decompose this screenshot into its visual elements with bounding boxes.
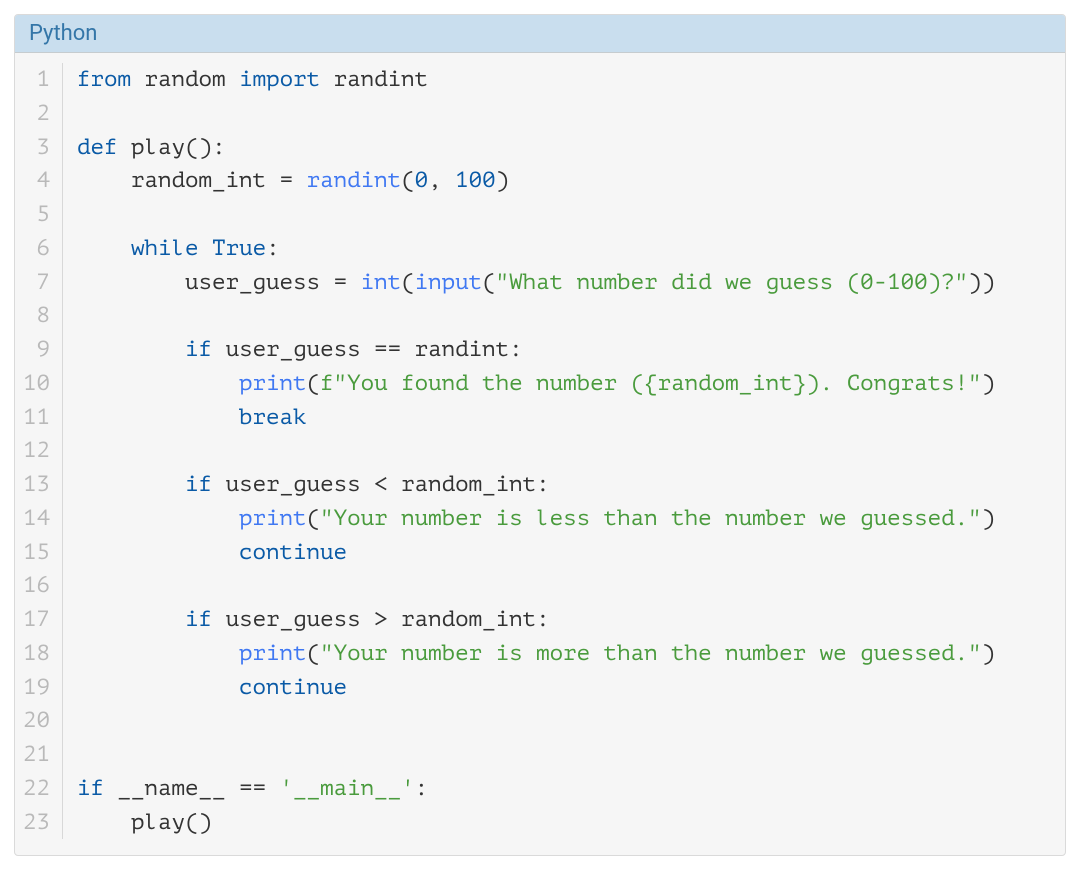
- line-number: 18: [23, 637, 50, 671]
- code-language-label: Python: [29, 21, 97, 46]
- code-content: from random import randint def play(): r…: [63, 63, 1065, 839]
- code-line: from random import randint: [77, 63, 1049, 97]
- line-number: 8: [23, 299, 50, 333]
- line-number: 7: [23, 266, 50, 300]
- code-line: if user_guess > random_int:: [77, 603, 1049, 637]
- line-number: 5: [23, 198, 50, 232]
- line-number-gutter: 1234567891011121314151617181920212223: [15, 63, 63, 839]
- code-language-header: Python: [15, 15, 1065, 53]
- code-line: print("Your number is less than the numb…: [77, 502, 1049, 536]
- code-line: continue: [77, 536, 1049, 570]
- line-number: 3: [23, 131, 50, 165]
- code-line: random_int = randint(0, 100): [77, 164, 1049, 198]
- code-line: print(f"You found the number ({random_in…: [77, 367, 1049, 401]
- code-line: [77, 569, 1049, 603]
- code-line: continue: [77, 671, 1049, 705]
- line-number: 23: [23, 806, 50, 840]
- line-number: 2: [23, 97, 50, 131]
- code-block: Python 123456789101112131415161718192021…: [14, 14, 1066, 856]
- line-number: 13: [23, 468, 50, 502]
- line-number: 10: [23, 367, 50, 401]
- code-line: while True:: [77, 232, 1049, 266]
- code-line: [77, 198, 1049, 232]
- line-number: 4: [23, 164, 50, 198]
- code-line: if user_guess < random_int:: [77, 468, 1049, 502]
- line-number: 1: [23, 63, 50, 97]
- line-number: 17: [23, 603, 50, 637]
- line-number: 12: [23, 434, 50, 468]
- line-number: 22: [23, 772, 50, 806]
- code-line: [77, 738, 1049, 772]
- code-line: [77, 299, 1049, 333]
- code-line: print("Your number is more than the numb…: [77, 637, 1049, 671]
- code-line: def play():: [77, 131, 1049, 165]
- line-number: 15: [23, 536, 50, 570]
- line-number: 16: [23, 569, 50, 603]
- code-line: play(): [77, 806, 1049, 840]
- line-number: 19: [23, 671, 50, 705]
- line-number: 9: [23, 333, 50, 367]
- line-number: 14: [23, 502, 50, 536]
- line-number: 11: [23, 401, 50, 435]
- line-number: 6: [23, 232, 50, 266]
- code-line: break: [77, 401, 1049, 435]
- code-line: [77, 704, 1049, 738]
- line-number: 21: [23, 738, 50, 772]
- code-line: if user_guess == randint:: [77, 333, 1049, 367]
- line-number: 20: [23, 704, 50, 738]
- code-body: 1234567891011121314151617181920212223 fr…: [15, 53, 1065, 855]
- code-line: [77, 434, 1049, 468]
- code-line: user_guess = int(input("What number did …: [77, 266, 1049, 300]
- code-line: if __name__ == '__main__':: [77, 772, 1049, 806]
- code-line: [77, 97, 1049, 131]
